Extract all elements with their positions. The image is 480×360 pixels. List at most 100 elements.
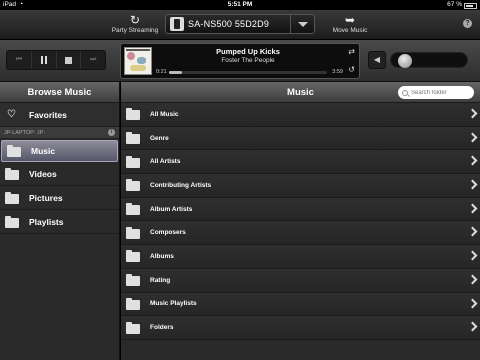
party-streaming-label: Party Streaming (111, 27, 159, 34)
chevron-down-icon[interactable] (290, 15, 314, 33)
pause-button[interactable] (32, 51, 57, 69)
progress-fill (169, 71, 182, 74)
folder-icon (126, 203, 140, 216)
list-item-label: Albums (150, 252, 174, 260)
shuffle-icon[interactable]: ⇄ (348, 47, 355, 56)
speaker-device-icon (170, 17, 184, 31)
speaker-icon[interactable]: ◀ (368, 51, 386, 69)
volume-control: ◀ (368, 51, 472, 69)
folder-list: All Music Genre All Artists Contributing… (121, 103, 480, 340)
folder-icon (126, 179, 140, 192)
folder-icon (126, 226, 140, 239)
source-label: JP-LAPTOP: JP: (4, 130, 45, 136)
main-header: Music (121, 82, 480, 103)
sidebar-item-videos[interactable]: Videos (0, 162, 119, 186)
sidebar-item-pictures[interactable]: Pictures (0, 186, 119, 210)
sidebar-item-music[interactable]: Music (1, 140, 118, 162)
party-streaming-button[interactable]: ↻ Party Streaming (105, 13, 165, 34)
folder-icon (5, 215, 19, 228)
help-icon[interactable]: ? (463, 19, 472, 28)
chevron-right-icon (467, 108, 478, 119)
album-art[interactable] (124, 47, 152, 75)
chevron-right-icon (467, 250, 478, 261)
folder-icon (126, 250, 140, 263)
next-icon: ⏭ (89, 56, 97, 63)
previous-button[interactable]: ⏮ (7, 51, 32, 69)
sidebar-item-label: Playlists (29, 216, 64, 227)
album-art-shape (130, 65, 146, 71)
list-item[interactable]: Albums (121, 245, 480, 269)
list-item[interactable]: Rating (121, 268, 480, 293)
folder-icon (126, 274, 140, 287)
move-music-button[interactable]: ➥ Move Music (325, 13, 375, 34)
list-item[interactable]: Composers (121, 221, 480, 246)
folder-icon (5, 167, 19, 180)
status-time: 5:51 PM (227, 1, 253, 8)
folder-icon (7, 145, 21, 157)
list-item[interactable]: Album Artists (121, 197, 480, 222)
source-header: JP-LAPTOP: JP: i (0, 127, 119, 139)
list-item-label: Music Playlists (150, 300, 197, 308)
search-input[interactable] (411, 89, 471, 96)
sidebar-item-label: Music (31, 146, 56, 156)
album-art-band (126, 49, 150, 51)
chevron-right-icon (467, 203, 478, 214)
list-item-label: Contributing Artists (150, 181, 212, 189)
volume-slider[interactable] (390, 52, 468, 68)
search-box[interactable] (398, 86, 474, 99)
chevron-right-icon (467, 179, 478, 190)
list-item-label: All Artists (150, 158, 181, 166)
list-item[interactable]: Genre (121, 126, 480, 151)
search-icon (402, 89, 408, 96)
list-item-label: All Music (150, 110, 179, 118)
pause-icon (40, 56, 47, 64)
list-item[interactable]: Contributing Artists (121, 174, 480, 198)
info-icon[interactable]: i (108, 129, 115, 136)
device-name: SA-NS500 55D2D9 (188, 19, 270, 29)
folder-icon (126, 155, 140, 168)
transport-controls: ⏮ ⏭ (6, 50, 106, 70)
folder-icon (126, 321, 140, 334)
elapsed-time: 0:21 (156, 69, 167, 75)
status-bar: iPad ◔ 5:51 PM 67 % (0, 0, 480, 10)
list-item-label: Folders (150, 324, 174, 332)
sidebar-item-label: Pictures (29, 192, 63, 203)
party-streaming-icon: ↻ (129, 13, 141, 27)
sidebar-title: Browse Music (0, 82, 119, 103)
sidebar: Browse Music ♡ Favorites JP-LAPTOP: JP: … (0, 82, 120, 360)
move-music-icon: ➥ (344, 13, 356, 27)
favorites-item[interactable]: ♡ Favorites (0, 103, 119, 127)
folder-icon (126, 297, 140, 310)
move-music-label: Move Music (332, 27, 368, 34)
list-item-label: Rating (150, 276, 171, 284)
track-artist: Foster The People (221, 57, 275, 64)
sidebar-item-label: Videos (29, 168, 57, 179)
list-item[interactable]: All Music (121, 103, 480, 127)
chevron-right-icon (467, 274, 478, 285)
remaining-time: 3:59 (332, 69, 343, 75)
heart-icon: ♡ (7, 109, 16, 120)
album-art-shape (137, 57, 146, 64)
list-item-label: Album Artists (150, 205, 193, 213)
list-item[interactable]: Music Playlists (121, 292, 480, 317)
previous-icon: ⏮ (15, 56, 23, 63)
stop-button[interactable] (57, 51, 82, 69)
list-item[interactable]: All Artists (121, 150, 480, 175)
player-bar: ⏮ ⏭ Pumped Up Kicks Foster The People ⇄ … (0, 40, 480, 82)
chevron-right-icon (467, 298, 478, 308)
progress-bar[interactable] (169, 71, 327, 74)
device-selector[interactable]: SA-NS500 55D2D9 (165, 14, 315, 34)
album-art-shape (127, 52, 135, 60)
favorites-label: Favorites (29, 109, 67, 120)
next-button[interactable]: ⏭ (81, 51, 105, 69)
folder-icon (126, 132, 140, 145)
volume-knob[interactable] (398, 54, 412, 68)
repeat-icon[interactable]: ↺ (348, 65, 355, 74)
battery-percent: 67 % (447, 1, 462, 8)
list-item[interactable]: Folders (121, 316, 480, 340)
status-right: 67 % (447, 0, 477, 10)
sidebar-item-playlists[interactable]: Playlists (0, 210, 119, 234)
battery-icon (464, 3, 477, 9)
list-item-label: Composers (150, 229, 186, 237)
top-toolbar: ↻ Party Streaming SA-NS500 55D2D9 ➥ Move… (0, 10, 480, 40)
